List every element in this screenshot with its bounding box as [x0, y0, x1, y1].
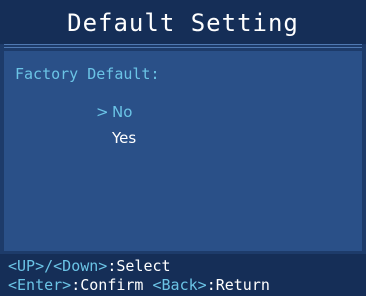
action-return: :Return — [206, 276, 270, 294]
help-line-confirm-return: <Enter>:Confirm <Back>:Return — [8, 276, 366, 294]
factory-default-label: Factory Default: — [15, 65, 160, 83]
option-label: No — [112, 103, 133, 121]
header-divider-secondary — [4, 47, 362, 48]
header-bar: Default Setting — [0, 0, 366, 44]
option-yes[interactable]: Yes — [0, 129, 366, 149]
page-title: Default Setting — [67, 9, 299, 37]
footer-help-bar: <UP>/<Down>:Select <Enter>:Confirm <Back… — [0, 254, 366, 296]
help-line-select: <UP>/<Down>:Select — [8, 257, 366, 275]
action-confirm: :Confirm — [71, 276, 153, 294]
key-back: <Back> — [152, 276, 207, 294]
option-no[interactable]: > No — [0, 103, 366, 123]
key-enter: <Enter> — [8, 276, 72, 294]
option-label: Yes — [112, 129, 137, 147]
key-up-down: <UP>/<Down> — [8, 257, 108, 275]
osd-screen: Default Setting Factory Default: > No Ye… — [0, 0, 366, 296]
action-select: :Select — [107, 257, 171, 275]
selection-cursor-icon: > — [96, 103, 109, 121]
header-divider — [4, 44, 362, 45]
